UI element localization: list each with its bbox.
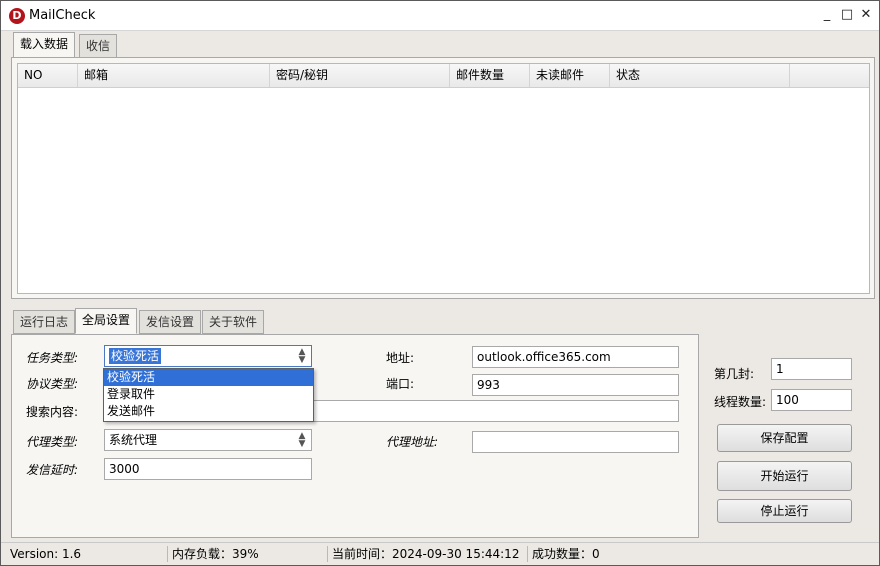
column-header-mail-count[interactable]: 邮件数量: [450, 64, 530, 87]
port-label: 端口:: [386, 377, 415, 391]
tab-about[interactable]: 关于软件: [202, 310, 265, 334]
task-type-select[interactable]: 校验死活 ▲ ▼: [104, 345, 312, 367]
column-header-no[interactable]: NO: [18, 64, 78, 87]
task-type-value: 校验死活: [109, 348, 162, 364]
tab-run-log[interactable]: 运行日志: [13, 310, 76, 334]
minimize-button[interactable]: _: [819, 7, 835, 23]
column-header-password[interactable]: 密码/秘钥: [270, 64, 450, 87]
mail-grid[interactable]: NO 邮箱 密码/秘钥 邮件数量 未读邮件 状态: [17, 63, 870, 294]
search-content-label: 搜索内容:: [26, 405, 79, 419]
column-header-email[interactable]: 邮箱: [78, 64, 270, 87]
success-count-text: 成功数量：0: [532, 547, 600, 561]
task-type-dropdown-list: 校验死活 登录取件 发送邮件: [103, 368, 314, 422]
tab-global-settings[interactable]: 全局设置: [75, 308, 138, 334]
proxy-type-select[interactable]: 系统代理 ▲ ▼: [104, 429, 312, 451]
combo-updown-icon: ▲ ▼: [298, 347, 306, 365]
column-header-unread[interactable]: 未读邮件: [530, 64, 610, 87]
close-button[interactable]: ✕: [858, 7, 874, 23]
window-title: MailCheck: [29, 8, 96, 23]
global-settings-pane: 任务类型: 校验死活 ▲ ▼ 地址: outlook.office365.com …: [11, 334, 699, 538]
proxy-type-value: 系统代理: [109, 433, 158, 447]
task-type-label: 任务类型:: [26, 351, 79, 365]
version-text: Version: 1.6: [10, 547, 82, 561]
title-bar: D MailCheck _ □ ✕: [1, 1, 879, 31]
mailcheck-window: D MailCheck _ □ ✕ 载入数据 收信 NO 邮箱 密码/秘钥 邮件…: [0, 0, 880, 566]
nth-mail-input[interactable]: 1: [771, 358, 852, 380]
protocol-type-label: 协议类型:: [26, 377, 79, 391]
status-divider: [527, 546, 528, 562]
load-data-pane: NO 邮箱 密码/秘钥 邮件数量 未读邮件 状态: [11, 57, 875, 299]
task-type-option[interactable]: 发送邮件: [104, 403, 313, 420]
maximize-button[interactable]: □: [839, 7, 855, 23]
address-input[interactable]: outlook.office365.com: [472, 346, 679, 368]
task-type-option[interactable]: 登录取件: [104, 386, 313, 403]
stop-run-button[interactable]: 停止运行: [717, 499, 852, 523]
send-delay-label: 发信延时:: [26, 463, 79, 477]
nth-mail-label: 第几封:: [714, 367, 755, 381]
proxy-address-label: 代理地址:: [386, 435, 439, 449]
current-time-text: 当前时间：2024-09-30 15:44:12: [332, 547, 520, 561]
start-run-button[interactable]: 开始运行: [717, 461, 852, 491]
status-divider: [167, 546, 168, 562]
send-delay-input[interactable]: 3000: [104, 458, 312, 480]
grid-header: NO 邮箱 密码/秘钥 邮件数量 未读邮件 状态: [18, 64, 869, 88]
tab-load-data[interactable]: 载入数据: [13, 32, 76, 58]
address-label: 地址:: [386, 351, 415, 365]
combo-updown-icon: ▲ ▼: [298, 431, 306, 449]
memory-load-text: 内存负载：39%: [172, 547, 259, 561]
save-config-button[interactable]: 保存配置: [717, 424, 852, 452]
thread-count-input[interactable]: 100: [771, 389, 852, 411]
tab-send-settings[interactable]: 发信设置: [139, 310, 202, 334]
thread-count-label: 线程数量:: [714, 395, 767, 409]
status-divider: [327, 546, 328, 562]
task-type-option[interactable]: 校验死活: [104, 369, 313, 386]
app-logo-icon: D: [9, 8, 25, 24]
proxy-address-input[interactable]: [472, 431, 679, 453]
proxy-type-label: 代理类型:: [26, 435, 79, 449]
port-input[interactable]: 993: [472, 374, 679, 396]
status-bar: Version: 1.6 内存负载：39% 当前时间：2024-09-30 15…: [1, 542, 879, 565]
column-header-status[interactable]: 状态: [610, 64, 790, 87]
tab-receive[interactable]: 收信: [79, 34, 118, 58]
